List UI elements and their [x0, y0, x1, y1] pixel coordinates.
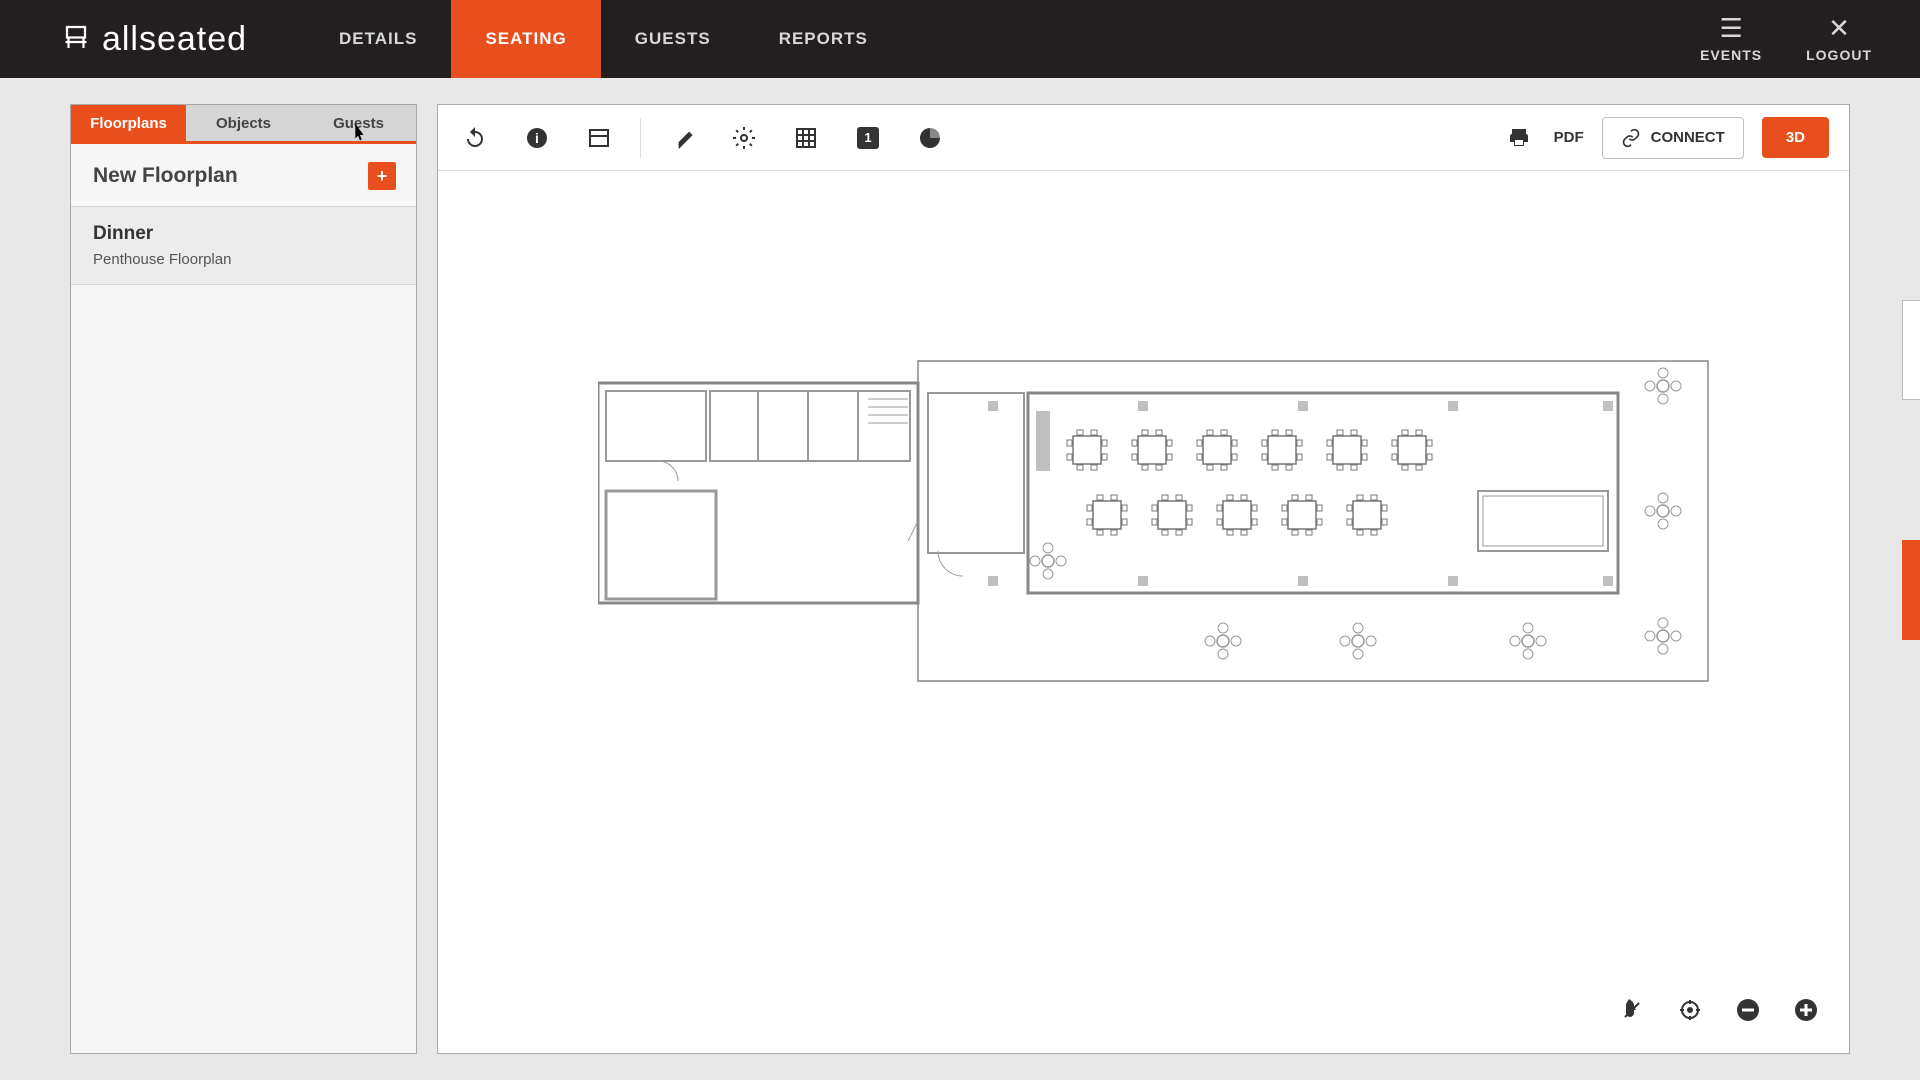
table-number-button[interactable]: 1	[851, 121, 885, 155]
tab-floorplans[interactable]: Floorplans	[71, 105, 186, 141]
chair-icon	[58, 21, 94, 57]
floorplan-canvas[interactable]	[438, 171, 1849, 1053]
floorplan-drawing	[598, 351, 1718, 711]
nav-details[interactable]: DETAILS	[305, 0, 451, 78]
zoom-out-button[interactable]	[1731, 993, 1765, 1027]
zoom-in-button[interactable]	[1789, 993, 1823, 1027]
grid-button[interactable]	[789, 121, 823, 155]
link-icon	[1621, 128, 1641, 148]
tab-guests[interactable]: Guests	[301, 105, 416, 141]
svg-text:i: i	[535, 130, 539, 146]
workspace: Floorplans Objects Guests New Floorplan …	[0, 78, 1920, 1054]
pdf-button[interactable]: PDF	[1554, 129, 1584, 146]
3d-button[interactable]: 3D	[1762, 117, 1829, 158]
zoom-controls	[1615, 993, 1823, 1027]
center-button[interactable]	[1673, 993, 1707, 1027]
undo-button[interactable]	[458, 121, 492, 155]
sidebar-header: New Floorplan +	[71, 144, 416, 207]
edge-tabs	[1902, 300, 1920, 640]
measure-button[interactable]	[665, 121, 699, 155]
settings-button[interactable]	[727, 121, 761, 155]
edge-tab-1[interactable]	[1902, 300, 1920, 400]
sidebar-tabs: Floorplans Objects Guests	[71, 105, 416, 144]
floorplan-sub: Penthouse Floorplan	[93, 251, 394, 268]
nav-right: ☰ EVENTS ✕ LOGOUT	[1678, 15, 1894, 63]
nav-items: DETAILS SEATING GUESTS REPORTS	[305, 0, 902, 78]
top-navbar: allseated DETAILS SEATING GUESTS REPORTS…	[0, 0, 1920, 78]
sidebar-title: New Floorplan	[93, 164, 238, 188]
menu-icon: ☰	[1719, 15, 1742, 41]
sidebar: Floorplans Objects Guests New Floorplan …	[70, 104, 417, 1054]
add-floorplan-button[interactable]: +	[368, 162, 396, 190]
nav-guests[interactable]: GUESTS	[601, 0, 745, 78]
edge-tab-2[interactable]	[1902, 540, 1920, 640]
layout-button[interactable]	[582, 121, 616, 155]
logout-button[interactable]: ✕ LOGOUT	[1784, 15, 1894, 63]
toolbar-divider	[640, 118, 641, 158]
canvas-toolbar: i 1 PDF CONNECT 3D	[438, 105, 1849, 171]
floorplan-item[interactable]: Dinner Penthouse Floorplan	[71, 207, 416, 285]
brand-logo: allseated	[0, 20, 305, 59]
floorplan-name: Dinner	[93, 223, 394, 245]
pie-button[interactable]	[913, 121, 947, 155]
print-button[interactable]	[1502, 121, 1536, 155]
info-button[interactable]: i	[520, 121, 554, 155]
brand-text: allseated	[102, 20, 247, 59]
nav-reports[interactable]: REPORTS	[745, 0, 902, 78]
nav-seating[interactable]: SEATING	[451, 0, 600, 78]
canvas-panel: i 1 PDF CONNECT 3D	[437, 104, 1850, 1054]
tab-objects[interactable]: Objects	[186, 105, 301, 141]
close-icon: ✕	[1828, 15, 1850, 41]
connect-button[interactable]: CONNECT	[1602, 117, 1744, 159]
events-button[interactable]: ☰ EVENTS	[1678, 15, 1784, 63]
pan-button[interactable]	[1615, 993, 1649, 1027]
